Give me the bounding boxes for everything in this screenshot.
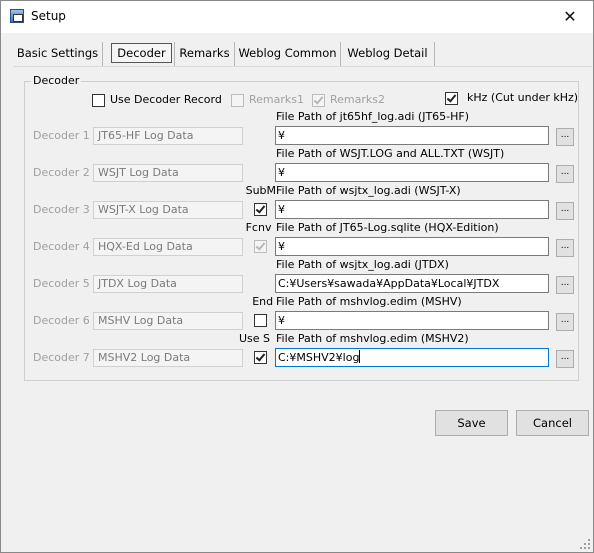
file-path-input[interactable]: ¥ [275, 126, 549, 145]
decoder-number-label: Decoder 2 [33, 166, 90, 179]
text-caret [359, 350, 361, 363]
file-path-input[interactable]: ¥ [275, 163, 549, 182]
decoder-option-checkbox[interactable] [254, 203, 267, 216]
file-path-value: ¥ [278, 240, 285, 253]
tab-weblog-detail[interactable]: Weblog Detail [341, 42, 435, 66]
file-path-value: ¥ [278, 203, 285, 216]
decoder-name-display: HQX-Ed Log Data [93, 238, 243, 256]
browse-button[interactable]: ... [556, 313, 574, 331]
check-mark-icon [446, 92, 457, 103]
decoder-name-display: JT65-HF Log Data [93, 127, 243, 145]
file-path-input[interactable]: ¥ [275, 237, 549, 256]
file-path-value: ¥ [278, 129, 285, 142]
decoder-number-label: Decoder 4 [33, 240, 90, 253]
decoder-option-checkbox[interactable] [254, 240, 267, 253]
close-button[interactable]: ✕ [547, 1, 593, 33]
file-path-input[interactable]: ¥ [275, 200, 549, 219]
decoder-option-label: End [252, 295, 274, 308]
browse-button[interactable]: ... [556, 239, 574, 257]
file-path-value: ¥ [278, 314, 285, 327]
remarks2-label: Remarks2 [330, 93, 385, 106]
tab-label: Weblog Common [238, 46, 337, 60]
file-path-label: File Path of mshvlog.edim (MSHV2) [276, 332, 469, 345]
file-path-label: File Path of wsjtx_log.adi (WSJT-X) [276, 184, 461, 197]
tab-basic-settings[interactable]: Basic Settings [13, 42, 103, 66]
decoder-number-label: Decoder 5 [33, 277, 90, 290]
use-decoder-record-label: Use Decoder Record [110, 93, 222, 106]
file-path-label: File Path of jt65hf_log.adi (JT65-HF) [276, 110, 470, 123]
window-title: Setup [31, 9, 66, 23]
remarks2-checkbox[interactable] [312, 94, 325, 107]
decoder-option-label: SubM [245, 184, 277, 197]
browse-button[interactable]: ... [556, 165, 574, 183]
decoder-option-label: Use S [239, 332, 271, 345]
remarks1-checkbox[interactable] [231, 94, 244, 107]
file-path-input[interactable]: C:¥MSHV2¥log [275, 348, 549, 367]
decoder-option-label: Fcnv [245, 221, 272, 234]
tab-label: Basic Settings [16, 46, 99, 60]
check-mark-icon [313, 94, 324, 105]
khz-checkbox[interactable] [445, 92, 458, 105]
tab-label: Decoder [111, 43, 172, 63]
file-path-label: File Path of JT65-Log.sqlite (HQX-Editio… [276, 221, 499, 234]
tab-weblog-common[interactable]: Weblog Common [235, 42, 341, 66]
setup-window: Setup ✕ Basic Settings Decoder Remarks W… [0, 0, 594, 553]
file-path-input[interactable]: ¥ [275, 311, 549, 330]
title-bar[interactable]: Setup ✕ [1, 1, 593, 33]
decoder-name-display: MSHV Log Data [93, 312, 243, 330]
app-icon [10, 9, 24, 23]
check-mark-icon [255, 203, 266, 214]
file-path-label: File Path of mshvlog.edim (MSHV) [276, 295, 462, 308]
browse-button[interactable]: ... [556, 350, 574, 368]
file-path-input[interactable]: C:¥Users¥sawada¥AppData¥Local¥JTDX [275, 274, 549, 293]
decoder-option-checkbox[interactable] [254, 351, 267, 364]
decoder-name-display: WSJT Log Data [93, 164, 243, 182]
decoder-name-display: MSHV2 Log Data [93, 349, 243, 367]
browse-button[interactable]: ... [556, 276, 574, 294]
tab-label: Weblog Detail [347, 46, 428, 60]
decoder-number-label: Decoder 3 [33, 203, 90, 216]
decoder-name-display: WSJT-X Log Data [93, 201, 243, 219]
decoder-option-checkbox[interactable] [254, 314, 267, 327]
decoder-name-display: JTDX Log Data [93, 275, 243, 293]
decoder-number-label: Decoder 7 [33, 351, 90, 364]
use-decoder-record-checkbox[interactable] [92, 94, 105, 107]
file-path-value: C:¥Users¥sawada¥AppData¥Local¥JTDX [278, 277, 500, 290]
cancel-button[interactable]: Cancel [516, 410, 589, 436]
remarks1-label: Remarks1 [249, 93, 304, 106]
check-mark-icon [255, 240, 266, 251]
file-path-label: File Path of WSJT.LOG and ALL.TXT (WSJT) [276, 147, 505, 160]
file-path-value: ¥ [278, 166, 285, 179]
khz-label: kHz (Cut under kHz) [467, 91, 579, 104]
browse-button[interactable]: ... [556, 202, 574, 220]
decoder-number-label: Decoder 1 [33, 129, 90, 142]
decoder-number-label: Decoder 6 [33, 314, 90, 327]
save-button[interactable]: Save [435, 410, 508, 436]
tab-label: Remarks [179, 46, 230, 60]
browse-button[interactable]: ... [556, 128, 574, 146]
file-path-value: C:¥MSHV2¥log [278, 351, 360, 364]
tab-remarks[interactable]: Remarks [175, 42, 235, 66]
group-title: Decoder [31, 74, 82, 87]
resize-grip-icon[interactable] [578, 537, 590, 549]
check-mark-icon [255, 351, 266, 362]
file-path-label: File Path of wsjtx_log.adi (JTDX) [276, 258, 449, 271]
tab-decoder[interactable]: Decoder [109, 42, 175, 66]
